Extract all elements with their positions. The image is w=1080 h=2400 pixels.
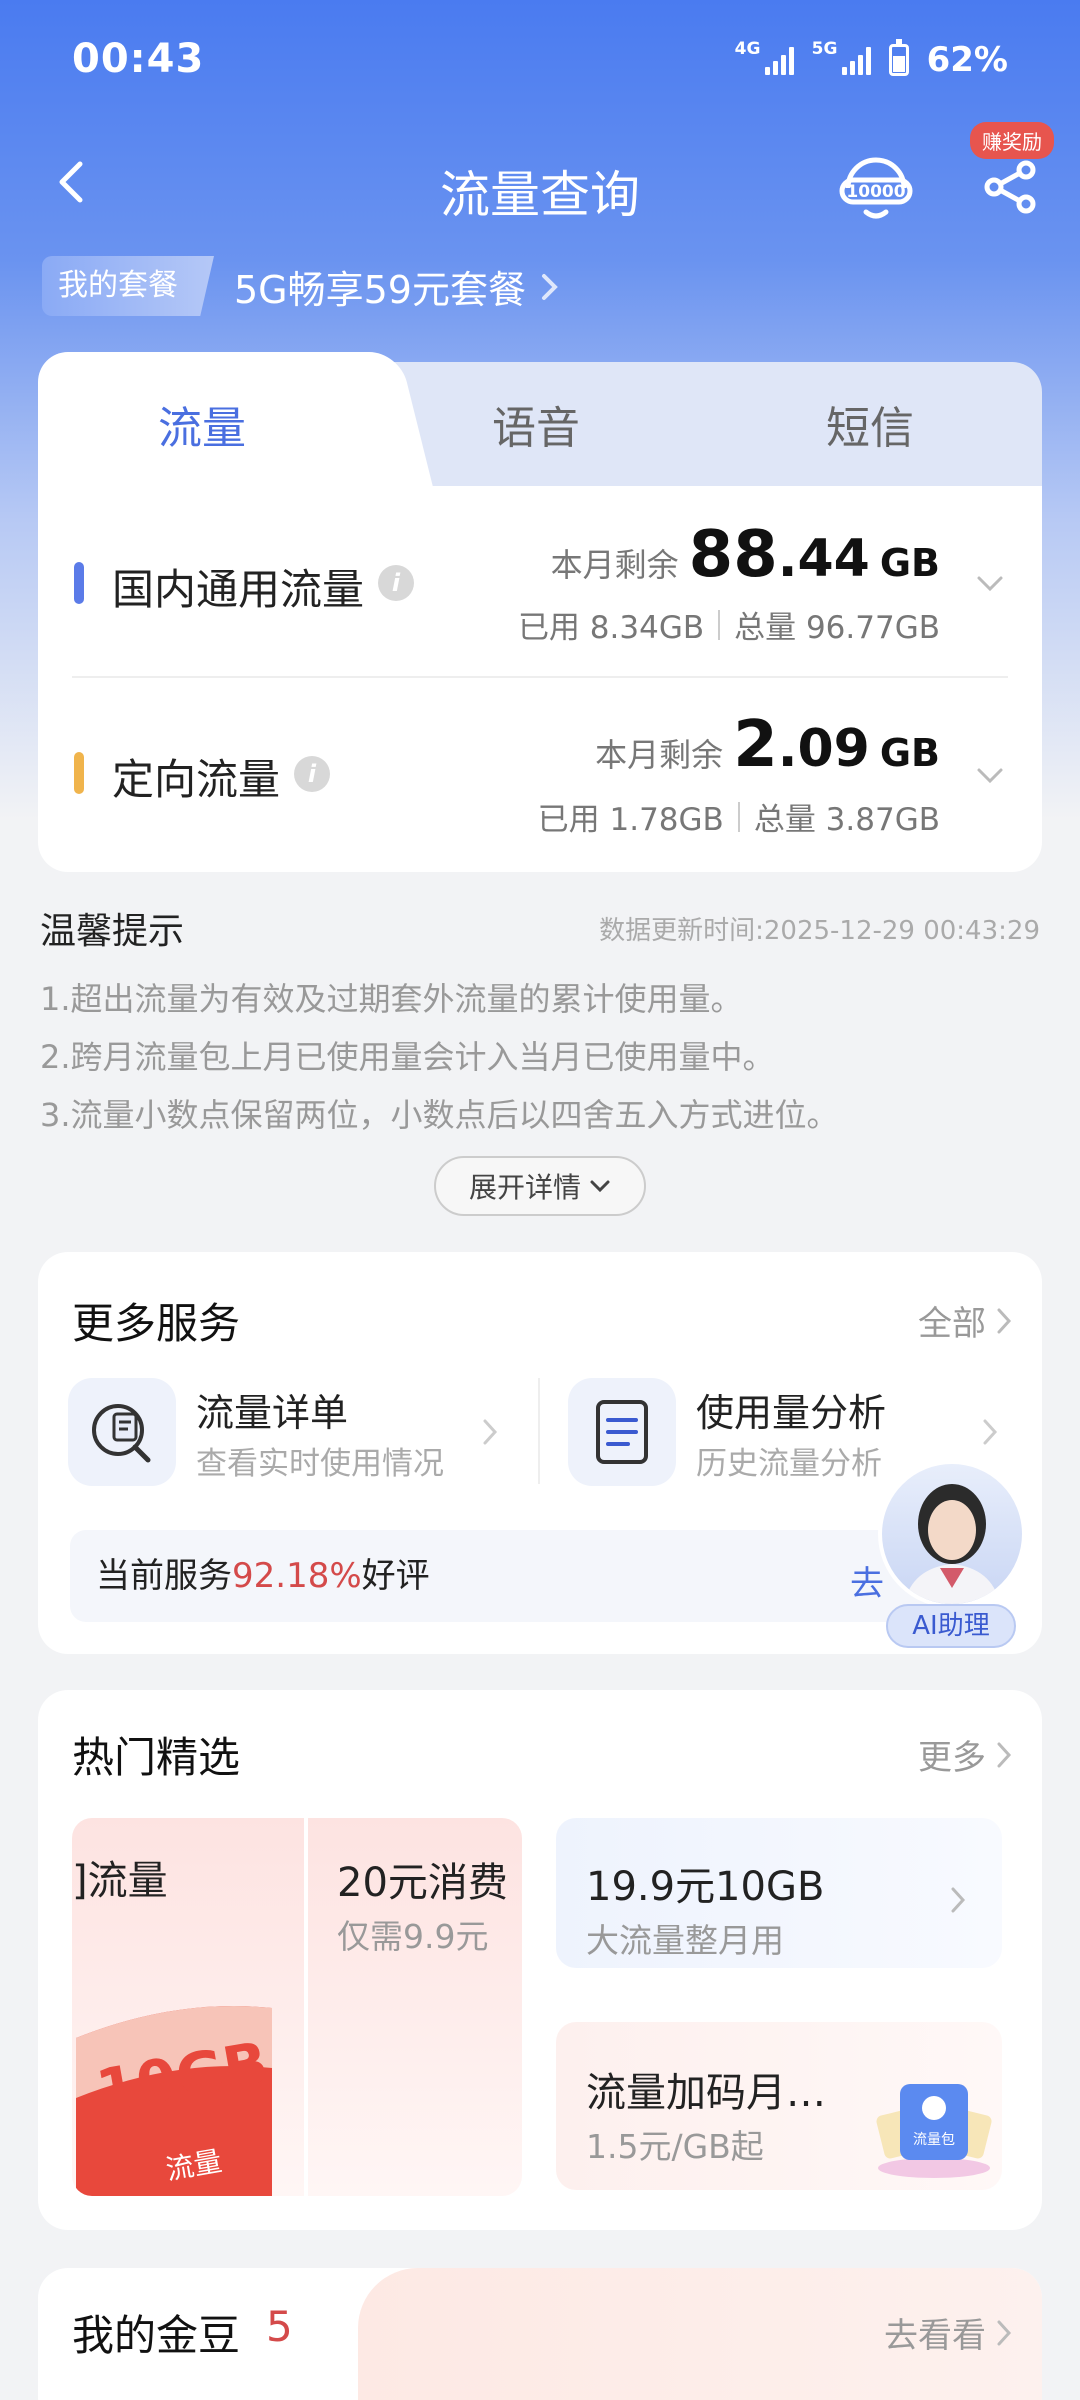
data-detail-icon <box>68 1378 176 1486</box>
plan-link[interactable]: 5G畅享59元套餐 <box>234 259 560 314</box>
data-pack-icon: 流量包 <box>876 2084 992 2178</box>
tip-line: 1.超出流量为有效及过期套外流量的累计使用量。 <box>40 980 743 1018</box>
domestic-label: 国内通用流量 <box>112 565 365 614</box>
gold-beans-title: 我的金豆 <box>72 2311 241 2360</box>
red-packet-10gb-icon: 10GB 流量 <box>76 2006 272 2196</box>
my-plan-tag: 我的套餐 <box>42 256 214 316</box>
domestic-used-total: 已用 8.34GB 总量 96.77GB <box>517 609 940 646</box>
service-item-data-detail[interactable]: 流量详单 查看实时使用情况 <box>68 1378 508 1486</box>
hot-more-link[interactable]: 更多 <box>918 1730 1012 1779</box>
gold-beans-count: 5 <box>266 2302 293 2351</box>
rating-go-link[interactable]: 去 <box>850 1556 884 1605</box>
domestic-remaining: 本月剩余 88.44 GB <box>550 518 940 592</box>
chevron-right-icon <box>997 1742 1012 1767</box>
chevron-down-icon[interactable] <box>976 762 1004 790</box>
info-icon[interactable]: i <box>378 565 414 601</box>
ai-assistant-avatar[interactable] <box>878 1460 1026 1608</box>
services-title: 更多服务 <box>72 1299 241 1348</box>
directed-color-bar <box>74 752 84 794</box>
services-divider <box>538 1378 540 1484</box>
usage-analysis-icon <box>568 1378 676 1486</box>
expand-details-button[interactable]: 展开详情 <box>434 1156 646 1216</box>
update-time: 数据更新时间:2025-12-29 00:43:29 <box>599 916 1040 946</box>
battery-icon <box>888 39 909 76</box>
promo-consume-title: 20元消费 <box>337 1860 508 1906</box>
signal-4g-icon: 4G <box>735 39 794 75</box>
rating-percent: 92.18% <box>232 1556 362 1596</box>
tab-sms[interactable]: 短信 <box>826 392 914 456</box>
tip-line: 3.流量小数点保留两位，小数点后以四舍五入方式进位。 <box>40 1096 839 1134</box>
chevron-right-icon <box>541 273 558 300</box>
services-all-link[interactable]: 全部 <box>918 1296 1012 1345</box>
directed-label: 定向流量 <box>112 755 281 804</box>
gold-beans-link[interactable]: 去看看 <box>884 2308 1012 2357</box>
ai-assistant-label[interactable]: AI助理 <box>886 1604 1016 1648</box>
service-rating-bar[interactable]: 当前服务92.18%好评 <box>70 1530 950 1622</box>
tab-voice[interactable]: 语音 <box>492 392 580 456</box>
tips-title: 温馨提示 <box>40 911 185 952</box>
chevron-right-icon <box>983 1419 998 1445</box>
domestic-color-bar <box>74 562 84 604</box>
page-title: 流量查询 <box>440 166 640 224</box>
directed-used-total: 已用 1.78GB 总量 3.87GB <box>537 801 940 838</box>
tip-line: 2.跨月流量包上月已使用量会计入当月已使用量中。 <box>40 1038 775 1076</box>
battery-level: 62% <box>926 40 1008 80</box>
svg-text:流量包: 流量包 <box>913 2132 955 2148</box>
share-icon[interactable] <box>982 158 1040 216</box>
chevron-down-icon[interactable] <box>976 570 1004 598</box>
chevron-right-icon <box>997 2320 1012 2345</box>
hot-picks-title: 热门精选 <box>72 1733 241 1782</box>
chevron-right-icon <box>951 1887 966 1913</box>
promo-consume-sub: 仅需9.9元 <box>337 1917 489 1956</box>
usage-divider <box>72 676 1008 678</box>
signal-5g-icon: 5G <box>812 39 871 75</box>
svg-text:10000: 10000 <box>846 182 905 202</box>
status-icons: 4G 5G 62% <box>735 39 1008 80</box>
promo-data-title: ]流量 <box>72 1858 168 1904</box>
info-icon[interactable]: i <box>294 756 330 792</box>
chevron-down-icon <box>590 1180 610 1193</box>
plan-name: 5G畅享59元套餐 <box>234 268 526 312</box>
customer-service-icon[interactable]: 10000 <box>838 150 914 226</box>
directed-remaining: 本月剩余 2.09 GB <box>595 708 940 782</box>
chevron-right-icon <box>997 1308 1012 1333</box>
tab-data[interactable]: 流量 <box>158 392 246 456</box>
promo-carousel[interactable]: ]流量 20元消费 仅需9.9元 10GB 流量 <box>72 1818 522 2196</box>
chevron-right-icon <box>483 1419 498 1445</box>
reward-badge[interactable]: 赚奖励 <box>970 122 1054 159</box>
promo-19-9-10gb[interactable]: 19.9元10GB 大流量整月用 <box>556 1818 1002 1968</box>
status-time: 00:43 <box>72 36 205 82</box>
